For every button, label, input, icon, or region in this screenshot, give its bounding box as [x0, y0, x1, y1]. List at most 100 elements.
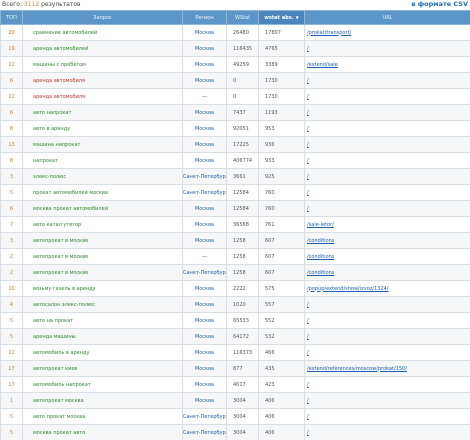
cell-wstat-abs: 760: [258, 184, 305, 201]
table-row: 8 авто в аренду Москва 92051 953/: [0, 120, 470, 137]
cell-url-link[interactable]: /: [304, 120, 470, 137]
cell-url-link[interactable]: /sale-letor/: [304, 216, 470, 233]
cell-url-link[interactable]: /: [304, 312, 470, 329]
results-table: ТОП Запрос Регион WStat wstat abs. ▼ URL …: [0, 10, 470, 440]
cell-url-link[interactable]: /: [304, 72, 470, 89]
cell-url-link[interactable]: /: [304, 344, 470, 361]
cell-region: Москва: [182, 376, 227, 393]
cell-wstat-abs: 3389: [258, 56, 305, 73]
cell-query: напрокат: [22, 152, 183, 169]
cell-top: 6: [0, 72, 23, 89]
cell-url-link[interactable]: /conditions: [304, 248, 470, 265]
cell-top: 2: [0, 248, 23, 265]
cell-wstat-abs: 575: [258, 280, 305, 297]
cell-region: Москва: [182, 360, 227, 377]
cell-wstat: 0: [226, 88, 259, 105]
cell-wstat-abs: 17807: [258, 24, 305, 41]
cell-query: автомобиль напрокат: [22, 376, 183, 393]
cell-top: 19: [0, 40, 23, 57]
cell-url-link[interactable]: /prokat/transport/: [304, 24, 470, 41]
table-row: 11 автомобиль в аренду Москва 116373 466/: [0, 344, 470, 361]
cell-top: 6: [0, 104, 23, 121]
col-header-wstat-abs[interactable]: wstat abs. ▼: [258, 10, 305, 25]
cell-wstat-abs: 1193: [258, 104, 305, 121]
cell-url-link[interactable]: /: [304, 424, 470, 440]
cell-url-link[interactable]: /extend/sale: [304, 56, 470, 73]
cell-wstat-abs: 1730: [258, 72, 305, 89]
cell-wstat: 1258: [226, 232, 259, 249]
cell-query: автопрокат в москве: [22, 264, 183, 281]
cell-query: москва прокат автомобилей: [22, 200, 183, 217]
cell-wstat: 92051: [226, 120, 259, 137]
cell-region: —: [182, 88, 227, 105]
cell-url-link[interactable]: /: [304, 376, 470, 393]
cell-wstat: 116435: [226, 40, 259, 57]
table-row: 11 машины с пробегом Москва 49259 3389/exten…: [0, 56, 470, 73]
total-count: 3112: [23, 1, 40, 8]
cell-url-link[interactable]: /: [304, 296, 470, 313]
cell-url-link[interactable]: /: [304, 104, 470, 121]
col-header-top[interactable]: ТОП: [0, 10, 23, 25]
cell-region: Москва: [182, 280, 227, 297]
table-row: 8 напрокат Москва 406774 933/: [0, 152, 470, 169]
cell-query: автопрокат москва: [22, 392, 183, 409]
cell-region: Москва: [182, 200, 227, 217]
table-row: 6 аренда автомобиля Москва 0 1730/: [0, 72, 470, 89]
col-header-region[interactable]: Регион: [182, 10, 227, 25]
cell-query: машины с пробегом: [22, 56, 183, 73]
col-header-url[interactable]: URL: [304, 10, 470, 25]
cell-query: автопрокат в москве: [22, 232, 183, 249]
cell-url-link[interactable]: /: [304, 200, 470, 217]
cell-url-link[interactable]: /: [304, 408, 470, 425]
cell-top: 17: [0, 360, 23, 377]
cell-url-link[interactable]: /popup/extend/show/izvoz/1324/: [304, 280, 470, 297]
cell-region: Москва: [182, 216, 227, 233]
table-row: 17 автомобиль напрокат Москва 4617 423/: [0, 376, 470, 393]
cell-top: 7: [0, 216, 23, 233]
col-header-query[interactable]: Запрос: [22, 10, 183, 25]
cell-url-link[interactable]: /: [304, 136, 470, 153]
cell-wstat-abs: 607: [258, 232, 305, 249]
cell-url-link[interactable]: /: [304, 40, 470, 57]
table-row: 5 москва прокат авто Санкт-Петербург 3004 40…: [0, 424, 470, 440]
cell-wstat: 0: [226, 72, 259, 89]
cell-query: автопрокат в москве: [22, 248, 183, 265]
cell-query: авто прокат москва: [22, 408, 183, 425]
cell-url-link[interactable]: /: [304, 184, 470, 201]
table-row: 1 автопрокат москва Москва 3004 406/: [0, 392, 470, 409]
export-csv-link[interactable]: в формате CSV: [411, 0, 468, 8]
cell-query: авто катал утегор: [22, 216, 183, 233]
cell-top: 20: [0, 24, 23, 41]
table-row: 3 автопрокат в москве Москва 1258 607/condit…: [0, 232, 470, 249]
cell-url-link[interactable]: /extend/references/moscow/prokat/150/: [304, 360, 470, 377]
cell-query: прокат автомобилей москва: [22, 184, 183, 201]
cell-url-link[interactable]: /: [304, 392, 470, 409]
cell-url-link[interactable]: /conditions: [304, 264, 470, 281]
cell-url-link[interactable]: /: [304, 168, 470, 185]
cell-query: сравнение автомобилей: [22, 24, 183, 41]
cell-top: 5: [0, 408, 23, 425]
cell-url-link[interactable]: /: [304, 152, 470, 169]
table-row: 5 аренда машины Москва 64172 532/: [0, 328, 470, 345]
cell-top: 5: [0, 424, 23, 440]
cell-wstat: 36568: [226, 216, 259, 233]
table-row: 2 автопрокат в москве —1258 607/conditions: [0, 248, 470, 265]
cell-query: аренда автомобиля: [22, 72, 183, 89]
cell-url-link[interactable]: /: [304, 88, 470, 105]
cell-wstat-abs: 406: [258, 408, 305, 425]
cell-wstat: 7437: [226, 104, 259, 121]
col-header-wstat[interactable]: WStat: [226, 10, 259, 25]
cell-query: аренда автомобилей: [22, 40, 183, 57]
cell-wstat-abs: 552: [258, 312, 305, 329]
results-total: Всего: 3112 результатов: [2, 1, 81, 8]
table-row: 19 аренда автомобилей Москва 116435 4765/: [0, 40, 470, 57]
cell-wstat-abs: 4765: [258, 40, 305, 57]
cell-wstat-abs: 607: [258, 248, 305, 265]
cell-top: 5: [0, 328, 23, 345]
cell-query: аренда машины: [22, 328, 183, 345]
cell-url-link[interactable]: /: [304, 328, 470, 345]
cell-url-link[interactable]: /conditions: [304, 232, 470, 249]
cell-wstat: 1020: [226, 296, 259, 313]
cell-wstat: 116373: [226, 344, 259, 361]
cell-region: Москва: [182, 296, 227, 313]
